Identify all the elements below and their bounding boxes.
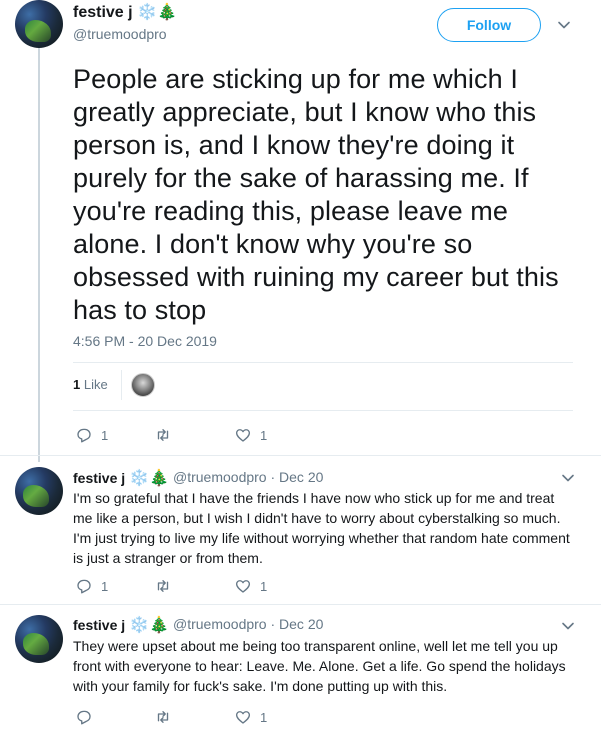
- snowflake-icon: ❄️: [129, 468, 149, 487]
- reply-icon: [75, 708, 93, 726]
- snowflake-icon: ❄️: [129, 615, 149, 634]
- display-name[interactable]: festive j ❄️🎄: [73, 468, 169, 487]
- follow-button[interactable]: Follow: [437, 8, 541, 42]
- retweet-icon: [154, 577, 172, 595]
- separator: [121, 370, 122, 400]
- thread-connector: [38, 44, 40, 462]
- heart-icon: [234, 577, 252, 595]
- reply-button[interactable]: [75, 708, 101, 726]
- chevron-down-icon[interactable]: [561, 471, 575, 485]
- avatar[interactable]: [15, 467, 63, 515]
- heart-icon: [234, 426, 252, 444]
- reply-count: 1: [101, 427, 109, 443]
- display-name[interactable]: festive j ❄️🎄: [73, 615, 169, 634]
- avatar[interactable]: [15, 615, 63, 663]
- divider: [0, 455, 601, 456]
- divider: [73, 362, 573, 363]
- avatar[interactable]: [15, 0, 63, 48]
- like-button[interactable]: 1: [234, 426, 267, 444]
- user-handle[interactable]: @truemoodpro: [73, 26, 167, 42]
- tweet-timestamp[interactable]: 4:56 PM - 20 Dec 2019: [73, 333, 217, 349]
- divider: [0, 604, 601, 605]
- retweet-button[interactable]: [154, 577, 180, 595]
- christmas-tree-icon: 🎄: [148, 468, 169, 487]
- likes-count[interactable]: 1 Like: [73, 377, 108, 392]
- reply-text: They were upset about me being too trans…: [73, 638, 566, 694]
- display-name[interactable]: festive j ❄️🎄: [73, 2, 177, 22]
- like-count: 1: [260, 709, 268, 725]
- christmas-tree-icon: 🎄: [148, 615, 169, 634]
- chevron-down-icon[interactable]: [557, 18, 571, 32]
- like-button[interactable]: 1: [234, 708, 267, 726]
- like-button[interactable]: 1: [234, 577, 267, 595]
- liker-avatar[interactable]: [131, 373, 155, 397]
- retweet-button[interactable]: [154, 426, 180, 444]
- retweet-icon: [154, 426, 172, 444]
- snowflake-icon: ❄️: [137, 2, 157, 21]
- reply-button[interactable]: 1: [75, 577, 108, 595]
- retweet-icon: [154, 708, 172, 726]
- like-count: 1: [260, 427, 268, 443]
- christmas-tree-icon: 🎄: [156, 2, 177, 21]
- tweet-meta[interactable]: @truemoodpro · Dec 20: [173, 616, 323, 632]
- chevron-down-icon[interactable]: [561, 619, 575, 633]
- retweet-button[interactable]: [154, 708, 180, 726]
- tweet-meta[interactable]: @truemoodpro · Dec 20: [173, 469, 323, 485]
- tweet-text: People are sticking up for me which I gr…: [73, 64, 559, 325]
- reply-button[interactable]: 1: [75, 426, 108, 444]
- like-count: 1: [260, 578, 268, 594]
- heart-icon: [234, 708, 252, 726]
- reply-text: I'm so grateful that I have the friends …: [73, 490, 570, 566]
- reply-icon: [75, 426, 93, 444]
- divider: [73, 410, 573, 411]
- reply-count: 1: [101, 578, 109, 594]
- reply-icon: [75, 577, 93, 595]
